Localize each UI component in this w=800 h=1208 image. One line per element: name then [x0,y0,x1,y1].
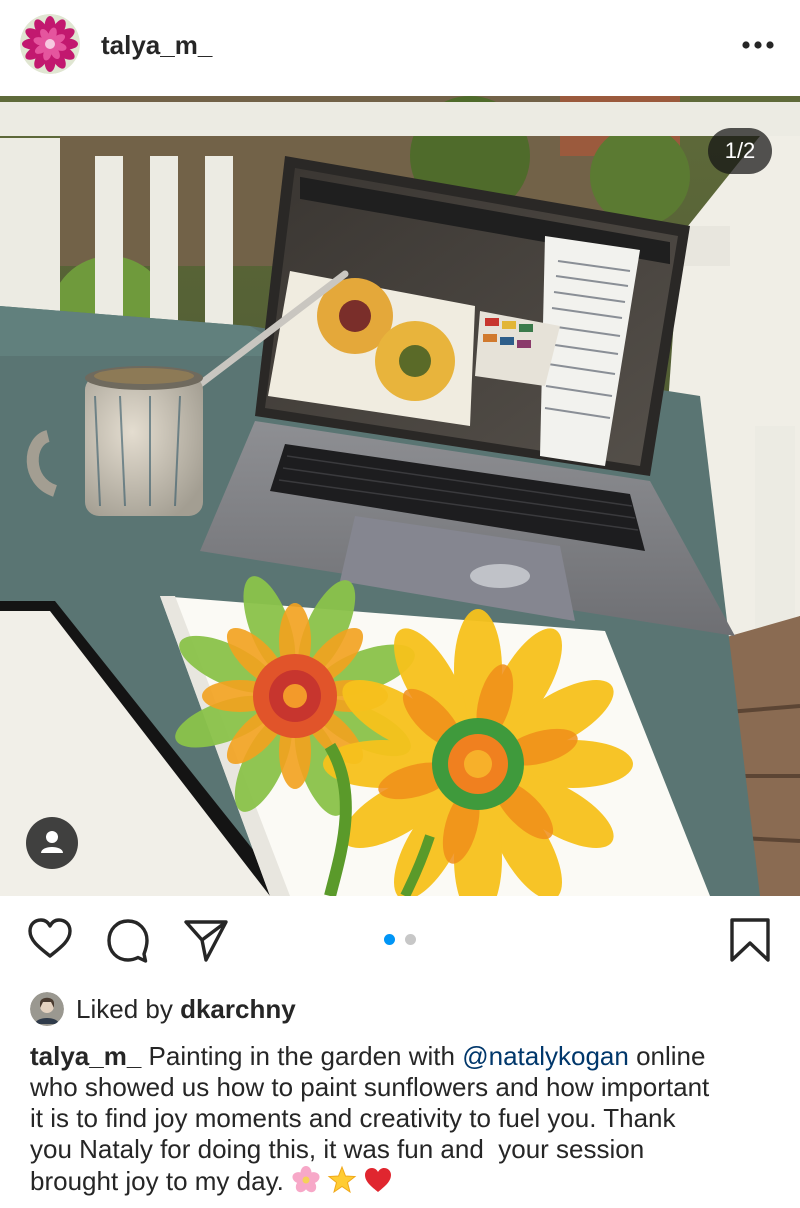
save-button[interactable] [726,916,774,969]
tagged-users-button[interactable] [26,817,78,869]
bookmark-icon [730,918,770,962]
heart-icon [28,918,72,958]
caption-text-line4: you Nataly for doing this, it was fun an… [30,1134,645,1164]
caption-text-line3: it is to find joy moments and creativity… [30,1103,676,1133]
post-actions [0,896,800,988]
post-caption: talya_m_ Painting in the garden with @na… [30,1041,790,1202]
paper-plane-icon [184,920,228,962]
comment-icon [107,919,149,963]
more-options-button[interactable] [738,30,778,60]
photo-sunflower-scene [0,96,800,896]
caption-text-line5: brought joy to my day. [30,1166,284,1196]
comment-button[interactable] [104,916,152,969]
caption-text-line2: who showed us how to paint sunflowers an… [30,1072,710,1102]
cherry-blossom-icon [291,1165,321,1202]
carousel-dot-active [384,934,395,945]
carousel-dot [405,934,416,945]
star-icon [327,1165,357,1202]
like-button[interactable] [26,916,74,969]
post-photo[interactable] [0,96,800,896]
more-dots-icon [742,41,774,49]
caption-text-start: Painting in the garden with [148,1041,455,1071]
liker-username[interactable]: dkarchny [180,994,296,1024]
person-avatar-icon [30,992,64,1026]
user-tag-icon [41,831,63,853]
caption-username[interactable]: talya_m_ [30,1041,141,1071]
red-heart-icon [363,1165,393,1202]
caption-text-line1-end: online [636,1041,706,1071]
profile-avatar[interactable] [20,14,80,74]
post-username[interactable]: talya_m_ [101,30,212,61]
carousel-counter: 1/2 [708,128,772,174]
share-button[interactable] [182,916,230,969]
caption-mention[interactable]: @natalykogan [462,1041,629,1071]
dahlia-avatar-icon [20,14,80,74]
liker-avatar[interactable] [30,992,64,1026]
liked-by-label: Liked by [76,994,173,1024]
post-header: talya_m_ [0,0,800,96]
